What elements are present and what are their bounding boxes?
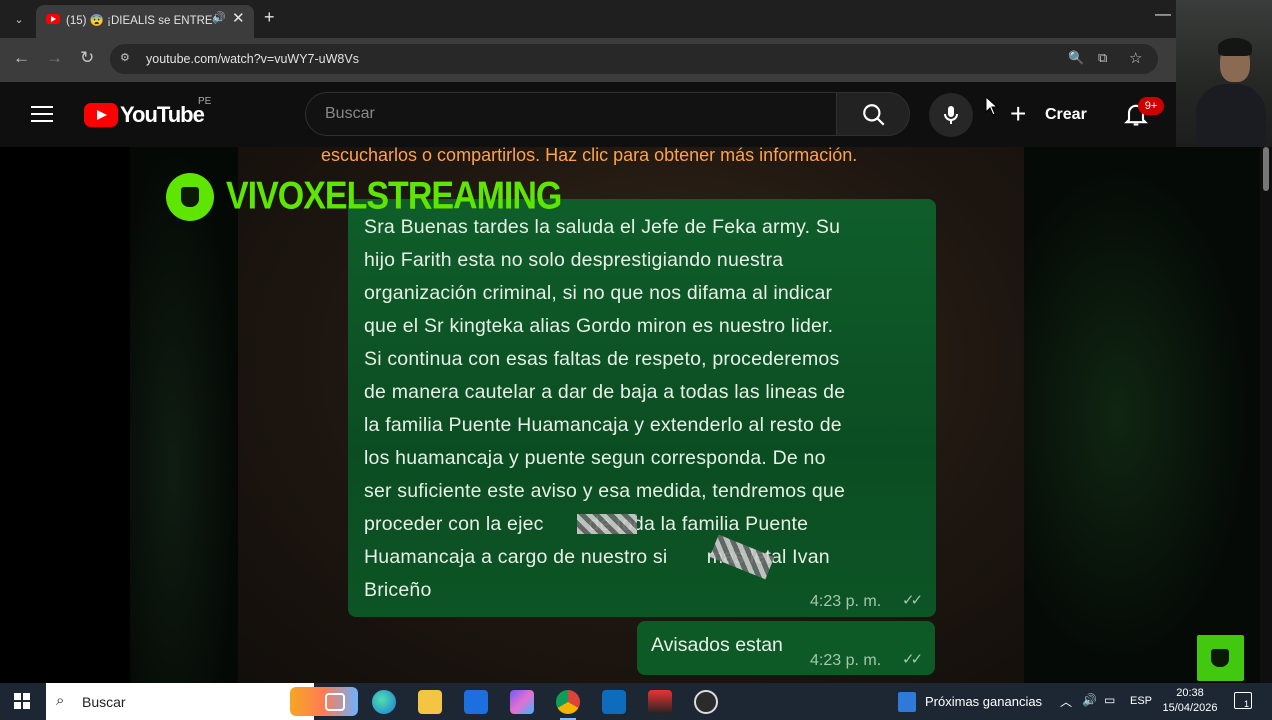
chat-notice-text: escucharlos o compartirlos. Haz clic par…	[321, 147, 858, 165]
message-line: Si continua con esas faltas de respeto, …	[364, 348, 840, 370]
forward-button[interactable]: →	[46, 48, 63, 68]
reply-bubble: Avisados estan 4:23 p. m. ✓✓	[637, 621, 935, 675]
message-timestamp: 4:23 p. m.	[810, 593, 882, 610]
system-clock[interactable]: 20:38 15/04/2026	[1160, 686, 1220, 716]
file-explorer-icon[interactable]	[418, 690, 442, 714]
notification-center-icon[interactable]: 1	[1234, 692, 1252, 709]
language-indicator[interactable]: ESP	[1130, 695, 1152, 707]
message-line: de manera cautelar a dar de baja a todas…	[364, 381, 846, 403]
video-player[interactable]: escucharlos o compartirlos. Haz clic par…	[0, 147, 1260, 683]
streamer-hair	[1218, 38, 1252, 56]
page-scrollbar[interactable]	[1260, 147, 1272, 683]
search-placeholder: Buscar	[325, 105, 375, 122]
chrome-browser-icon[interactable]	[556, 690, 580, 720]
media-player-icon[interactable]	[694, 690, 718, 714]
reply-text: Avisados estan	[651, 634, 783, 656]
network-icon[interactable]: ▭	[1104, 693, 1115, 707]
copilot-icon[interactable]	[510, 690, 534, 714]
windows-taskbar: ⌕ Buscar Próximas ganancias ︿ 🔊 ▭ ESP 20…	[0, 683, 1272, 720]
microsoft-store-icon[interactable]	[464, 690, 488, 714]
notification-count: 1	[1244, 699, 1250, 709]
webcam-overlay	[1176, 0, 1272, 147]
search-highlight-illustration	[290, 687, 358, 716]
chat-message-text: Sra Buenas tardes la saluda el Jefe de F…	[364, 211, 930, 607]
voice-search-button[interactable]	[929, 93, 973, 137]
back-button[interactable]: ←	[13, 48, 30, 68]
scrollbar-thumb[interactable]	[1263, 147, 1269, 191]
widgets-label[interactable]: Próximas ganancias	[925, 694, 1042, 709]
message-line: proceder con la ejec de toda la familia …	[364, 513, 809, 535]
tab-search-button[interactable]: ⌄	[8, 8, 30, 30]
cast-icon[interactable]: ⧉	[1098, 50, 1107, 66]
edge-browser-icon[interactable]	[372, 690, 396, 714]
site-info-icon[interactable]: ⚙	[120, 51, 134, 65]
youtube-logo-icon[interactable]	[84, 103, 118, 127]
game-app-icon[interactable]	[648, 690, 672, 714]
taskbar-search-placeholder: Buscar	[82, 694, 126, 710]
task-view-icon[interactable]	[325, 693, 345, 711]
clock-date: 15/04/2026	[1162, 702, 1218, 714]
menu-icon[interactable]	[31, 106, 53, 122]
plus-icon: +	[1010, 98, 1027, 129]
message-line: Huamancaja a cargo de nuestro si mas let…	[364, 546, 830, 568]
microphone-icon	[944, 106, 958, 124]
search-icon	[863, 104, 885, 126]
taskbar-search-input[interactable]: ⌕ Buscar	[46, 683, 358, 720]
message-line: hijo Farith esta no solo desprestigiando…	[364, 249, 784, 271]
url-text: youtube.com/watch?v=vuWY7-uW8Vs	[146, 52, 359, 66]
youtube-header: YouTube PE Buscar + Crear 9+	[0, 82, 1176, 147]
notification-count-badge: 9+	[1138, 97, 1164, 115]
mouse-cursor-icon	[985, 96, 999, 116]
streamer-body	[1196, 84, 1266, 147]
show-hidden-icons-icon[interactable]: ︿	[1060, 693, 1072, 710]
search-input[interactable]: Buscar	[305, 92, 837, 136]
browser-tab-strip: ⌄ (15) 😨 ¡DIEALIS se ENTREGA 🔊 ✕ + —	[0, 0, 1176, 38]
tab-title: (15) 😨 ¡DIEALIS se ENTREGA	[66, 15, 216, 27]
video-background-right	[1024, 147, 1260, 683]
censor-block	[577, 514, 637, 534]
message-line: ser suficiente este aviso y esa medida, …	[364, 480, 846, 502]
browser-toolbar: ← → ↻ ⚙ youtube.com/watch?v=vuWY7-uW8Vs …	[0, 38, 1176, 82]
message-line: los huamancaja y puente segun correspond…	[364, 447, 826, 469]
channel-watermark: VIVOXELSTREAMING	[226, 174, 562, 218]
address-bar[interactable]: ⚙ youtube.com/watch?v=vuWY7-uW8Vs 🔍 ⧉ ☆	[110, 44, 1158, 74]
search-icon: ⌕	[56, 692, 65, 709]
country-code: PE	[198, 96, 212, 107]
chevron-down-icon: ⌄	[14, 13, 24, 26]
minimize-window-button[interactable]: —	[1155, 6, 1171, 24]
browser-tab-youtube[interactable]: (15) 😨 ¡DIEALIS se ENTREGA 🔊 ✕	[36, 5, 254, 38]
widgets-icon[interactable]	[898, 692, 916, 712]
zoom-icon[interactable]: 🔍	[1068, 50, 1084, 66]
read-receipt-icon: ✓✓	[902, 592, 923, 609]
reply-timestamp: 4:23 p. m.	[810, 652, 882, 669]
bookmark-star-icon[interactable]: ☆	[1129, 49, 1142, 67]
new-tab-button[interactable]: +	[264, 8, 275, 26]
close-tab-icon[interactable]: ✕	[232, 9, 245, 27]
reload-button[interactable]: ↻	[80, 48, 94, 68]
message-line: que el Sr kingteka alias Gordo miron es …	[364, 315, 834, 337]
reply-read-receipt-icon: ✓✓	[902, 651, 923, 668]
clock-time: 20:38	[1176, 687, 1204, 699]
message-line: organización criminal, si no que nos dif…	[364, 282, 833, 304]
youtube-logo-text[interactable]: YouTube	[120, 102, 205, 128]
channel-logo-icon	[166, 173, 214, 221]
video-background-left	[130, 147, 238, 683]
channel-watermark-logo-icon[interactable]	[1197, 635, 1244, 681]
youtube-favicon-icon	[46, 14, 60, 24]
message-line: la familia Puente Huamancaja y extenderl…	[364, 414, 842, 436]
create-label: Crear	[1045, 106, 1087, 123]
speaker-icon[interactable]: 🔊	[212, 11, 226, 24]
search-button[interactable]	[836, 92, 910, 136]
speaker-icon[interactable]: 🔊	[1082, 693, 1097, 707]
windows-start-icon[interactable]	[14, 693, 30, 709]
outlook-icon[interactable]	[602, 690, 626, 714]
